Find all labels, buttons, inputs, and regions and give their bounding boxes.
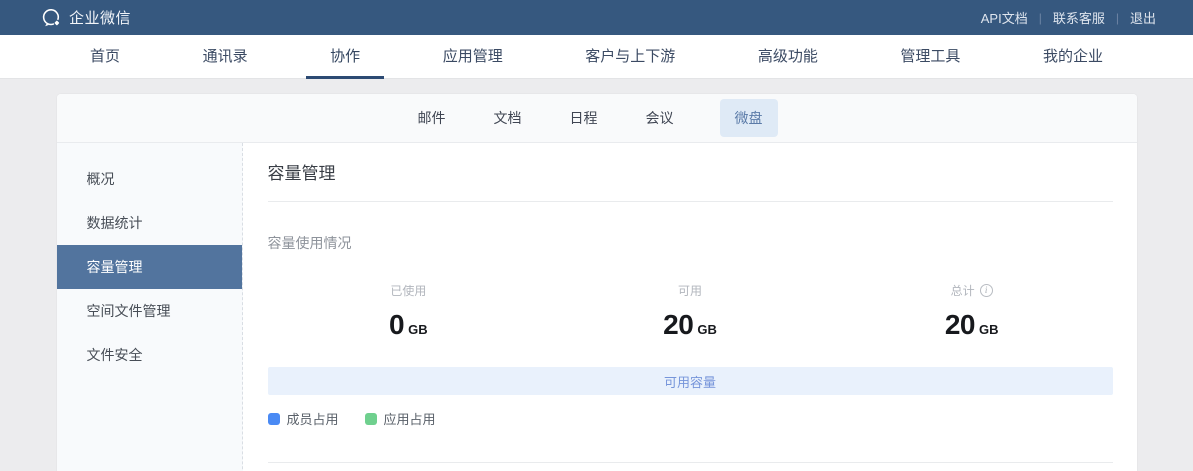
legend-app-usage: 应用占用 <box>365 409 436 428</box>
stat-number: 20 <box>663 309 693 340</box>
nav-item-home[interactable]: 首页 <box>66 35 144 79</box>
nav-item-my-company[interactable]: 我的企业 <box>1019 35 1127 79</box>
stat-available-label: 可用 <box>678 282 702 299</box>
capacity-content: 容量管理 容量使用情况 已使用 0 GB 可用 <box>243 143 1137 471</box>
stat-total-value: 20 GB <box>831 309 1113 341</box>
capacity-usage-bar: 可用容量 <box>268 367 1113 395</box>
link-separator: | <box>1039 11 1042 25</box>
tab-wedrive[interactable]: 微盘 <box>720 99 778 137</box>
card-body: 概况 数据统计 容量管理 空间文件管理 文件安全 容量管理 容量使用情况 已使用 <box>57 143 1137 471</box>
stat-unit: GB <box>697 322 717 337</box>
member-usage-swatch <box>268 413 280 425</box>
stat-label-text: 可用 <box>678 282 702 299</box>
nav-item-advanced-features[interactable]: 高级功能 <box>734 35 842 79</box>
logout-link[interactable]: 退出 <box>1127 8 1159 27</box>
brand-logo[interactable]: 企业微信 <box>40 7 131 29</box>
capacity-legend: 成员占用 应用占用 <box>268 409 1113 428</box>
contact-support-link[interactable]: 联系客服 <box>1050 8 1108 27</box>
capacity-usage-section-title: 容量使用情况 <box>268 233 1113 253</box>
stat-available-value: 20 GB <box>549 309 831 341</box>
nav-item-contacts[interactable]: 通讯录 <box>179 35 272 79</box>
page-title: 容量管理 <box>268 159 1113 184</box>
info-icon[interactable]: i <box>980 284 993 297</box>
main-card: 邮件 文档 日程 会议 微盘 概况 数据统计 容量管理 空间文件管理 文件安全 … <box>57 94 1137 471</box>
stat-total: 总计 i 20 GB <box>831 282 1113 341</box>
sidebar-item-space-file-management[interactable]: 空间文件管理 <box>57 289 242 333</box>
legend-label: 成员占用 <box>287 409 339 428</box>
stat-number: 20 <box>945 309 975 340</box>
nav-item-admin-tools[interactable]: 管理工具 <box>876 35 984 79</box>
section-bottom-divider <box>268 462 1113 463</box>
topbar-links: API文档 | 联系客服 | 退出 <box>978 8 1159 27</box>
capacity-bar-label: 可用容量 <box>664 372 716 391</box>
stat-unit: GB <box>408 322 428 337</box>
sidebar-item-capacity-management[interactable]: 容量管理 <box>57 245 242 289</box>
legend-member-usage: 成员占用 <box>268 409 339 428</box>
wechat-work-bubble-icon <box>40 7 69 29</box>
wedrive-sidebar: 概况 数据统计 容量管理 空间文件管理 文件安全 <box>57 143 243 471</box>
link-separator: | <box>1116 11 1119 25</box>
stat-label-text: 已使用 <box>390 282 426 299</box>
stat-used-label: 已使用 <box>390 282 426 299</box>
nav-item-customers[interactable]: 客户与上下游 <box>561 35 699 79</box>
stat-unit: GB <box>979 322 999 337</box>
stat-total-label: 总计 i <box>951 282 993 299</box>
sidebar-item-overview[interactable]: 概况 <box>57 157 242 201</box>
tab-docs[interactable]: 文档 <box>492 99 524 137</box>
tab-calendar[interactable]: 日程 <box>568 99 600 137</box>
api-docs-link[interactable]: API文档 <box>978 8 1031 27</box>
brand-name: 企业微信 <box>69 7 131 28</box>
main-nav: 首页 通讯录 协作 应用管理 客户与上下游 高级功能 管理工具 我的企业 <box>0 35 1193 79</box>
tab-mail[interactable]: 邮件 <box>416 99 448 137</box>
tab-meeting[interactable]: 会议 <box>644 99 676 137</box>
sidebar-item-file-security[interactable]: 文件安全 <box>57 333 242 377</box>
stat-available: 可用 20 GB <box>549 282 831 341</box>
topbar: 企业微信 API文档 | 联系客服 | 退出 <box>0 0 1193 35</box>
page-background: 邮件 文档 日程 会议 微盘 概况 数据统计 容量管理 空间文件管理 文件安全 … <box>0 79 1193 471</box>
nav-item-app-management[interactable]: 应用管理 <box>419 35 527 79</box>
capacity-stats: 已使用 0 GB 可用 20 GB <box>268 282 1113 341</box>
collaboration-tabstrip: 邮件 文档 日程 会议 微盘 <box>57 94 1137 143</box>
app-usage-swatch <box>365 413 377 425</box>
nav-item-collaboration[interactable]: 协作 <box>306 35 384 79</box>
title-divider <box>268 201 1113 202</box>
stat-label-text: 总计 <box>951 282 975 299</box>
stat-number: 0 <box>389 309 404 340</box>
stat-used: 已使用 0 GB <box>268 282 550 341</box>
legend-label: 应用占用 <box>384 409 436 428</box>
sidebar-item-statistics[interactable]: 数据统计 <box>57 201 242 245</box>
stat-used-value: 0 GB <box>268 309 550 341</box>
